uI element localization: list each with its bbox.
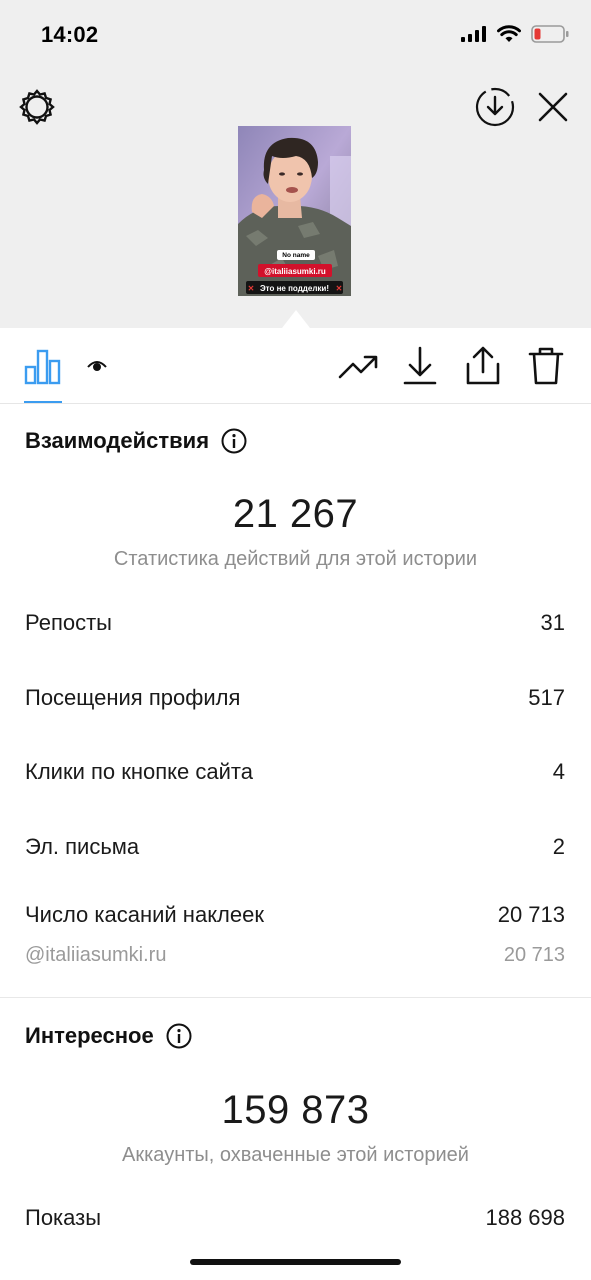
stat-label: Число касаний наклеек (25, 902, 264, 927)
interactions-subtitle: Статистика действий для этой истории (113, 548, 478, 570)
discovery-total: 159 873 (221, 1088, 370, 1132)
discovery-section-title: Интересное (25, 1023, 192, 1049)
wifi-icon (497, 25, 521, 42)
story-caption: Это не подделки! (260, 284, 329, 293)
story-mention-sticker: @italiiasumki.ru (264, 267, 326, 276)
stat-row-emails: Эл. письма 2 (25, 834, 565, 860)
info-icon[interactable] (221, 428, 247, 454)
home-indicator[interactable] (190, 1259, 401, 1265)
download-icon (403, 346, 437, 385)
discovery-subtitle: Аккаунты, охваченные этой историей (122, 1144, 469, 1166)
story-thumbnail[interactable]: No name @italiiasumki.ru Это не подделки… (238, 126, 351, 296)
insights-toolbar (0, 328, 591, 404)
discovery-title: Интересное (25, 1023, 154, 1048)
bar-chart-icon (24, 349, 61, 385)
active-tab-indicator (24, 401, 62, 403)
stat-row-profile-visits: Посещения профиля 517 (25, 685, 565, 711)
story-preview-image: No name @italiiasumki.ru Это не подделки… (238, 126, 351, 296)
stat-row-website-clicks: Клики по кнопке сайта 4 (25, 759, 565, 785)
stat-value: 20 713 (497, 902, 565, 927)
stat-label: Эл. письма (25, 834, 140, 859)
settings-icon (19, 89, 55, 125)
stat-label: @italiiasumki.ru (25, 944, 167, 966)
battery-icon (531, 25, 569, 43)
signal-icon (461, 26, 486, 42)
save-story-button[interactable] (475, 87, 515, 127)
interactions-title: Взаимодействия (25, 428, 210, 453)
info-icon[interactable] (166, 1023, 192, 1049)
story-sticker-tag: No name (282, 252, 310, 259)
eye-icon (87, 361, 107, 371)
stat-value: 517 (528, 685, 565, 710)
share-icon (466, 346, 500, 385)
stat-value: 2 (552, 834, 565, 859)
stat-row-impressions: Показы 188 698 (25, 1205, 565, 1231)
close-button[interactable] (534, 88, 572, 126)
close-icon (538, 92, 568, 122)
trash-icon (528, 347, 564, 385)
interactions-total: 21 267 (232, 492, 359, 536)
download-circle-icon (475, 87, 515, 127)
stat-label: Репосты (25, 610, 112, 635)
section-divider (0, 997, 591, 998)
tab-insights[interactable] (22, 346, 64, 388)
settings-button[interactable] (17, 87, 57, 127)
story-header: 14:02 No name @italiiasumki.ru Это не по… (0, 0, 591, 328)
tab-viewers[interactable] (84, 354, 110, 378)
download-button[interactable] (400, 344, 440, 388)
delete-button[interactable] (526, 344, 566, 388)
stat-label: Показы (25, 1205, 102, 1230)
share-button[interactable] (462, 344, 504, 388)
status-time: 14:02 (41, 22, 99, 47)
interactions-section-title: Взаимодействия (25, 428, 247, 454)
stat-label: Посещения профиля (25, 685, 241, 710)
stat-value: 20 713 (503, 944, 565, 966)
thumbnail-caret (282, 310, 310, 328)
stat-value: 4 (552, 759, 565, 784)
status-icons (461, 24, 569, 44)
stat-value: 31 (540, 610, 565, 635)
trending-icon (338, 355, 378, 379)
svg-text:✕: ✕ (248, 284, 255, 293)
promote-button[interactable] (336, 346, 380, 388)
stat-row-sticker-taps: Число касаний наклеек 20 713 (25, 902, 565, 928)
stat-row-sticker-detail: @italiiasumki.ru 20 713 (25, 944, 565, 967)
stat-value: 188 698 (485, 1205, 565, 1230)
svg-text:✕: ✕ (336, 284, 343, 293)
stat-row-reposts: Репосты 31 (25, 610, 565, 636)
stat-label: Клики по кнопке сайта (25, 759, 253, 784)
